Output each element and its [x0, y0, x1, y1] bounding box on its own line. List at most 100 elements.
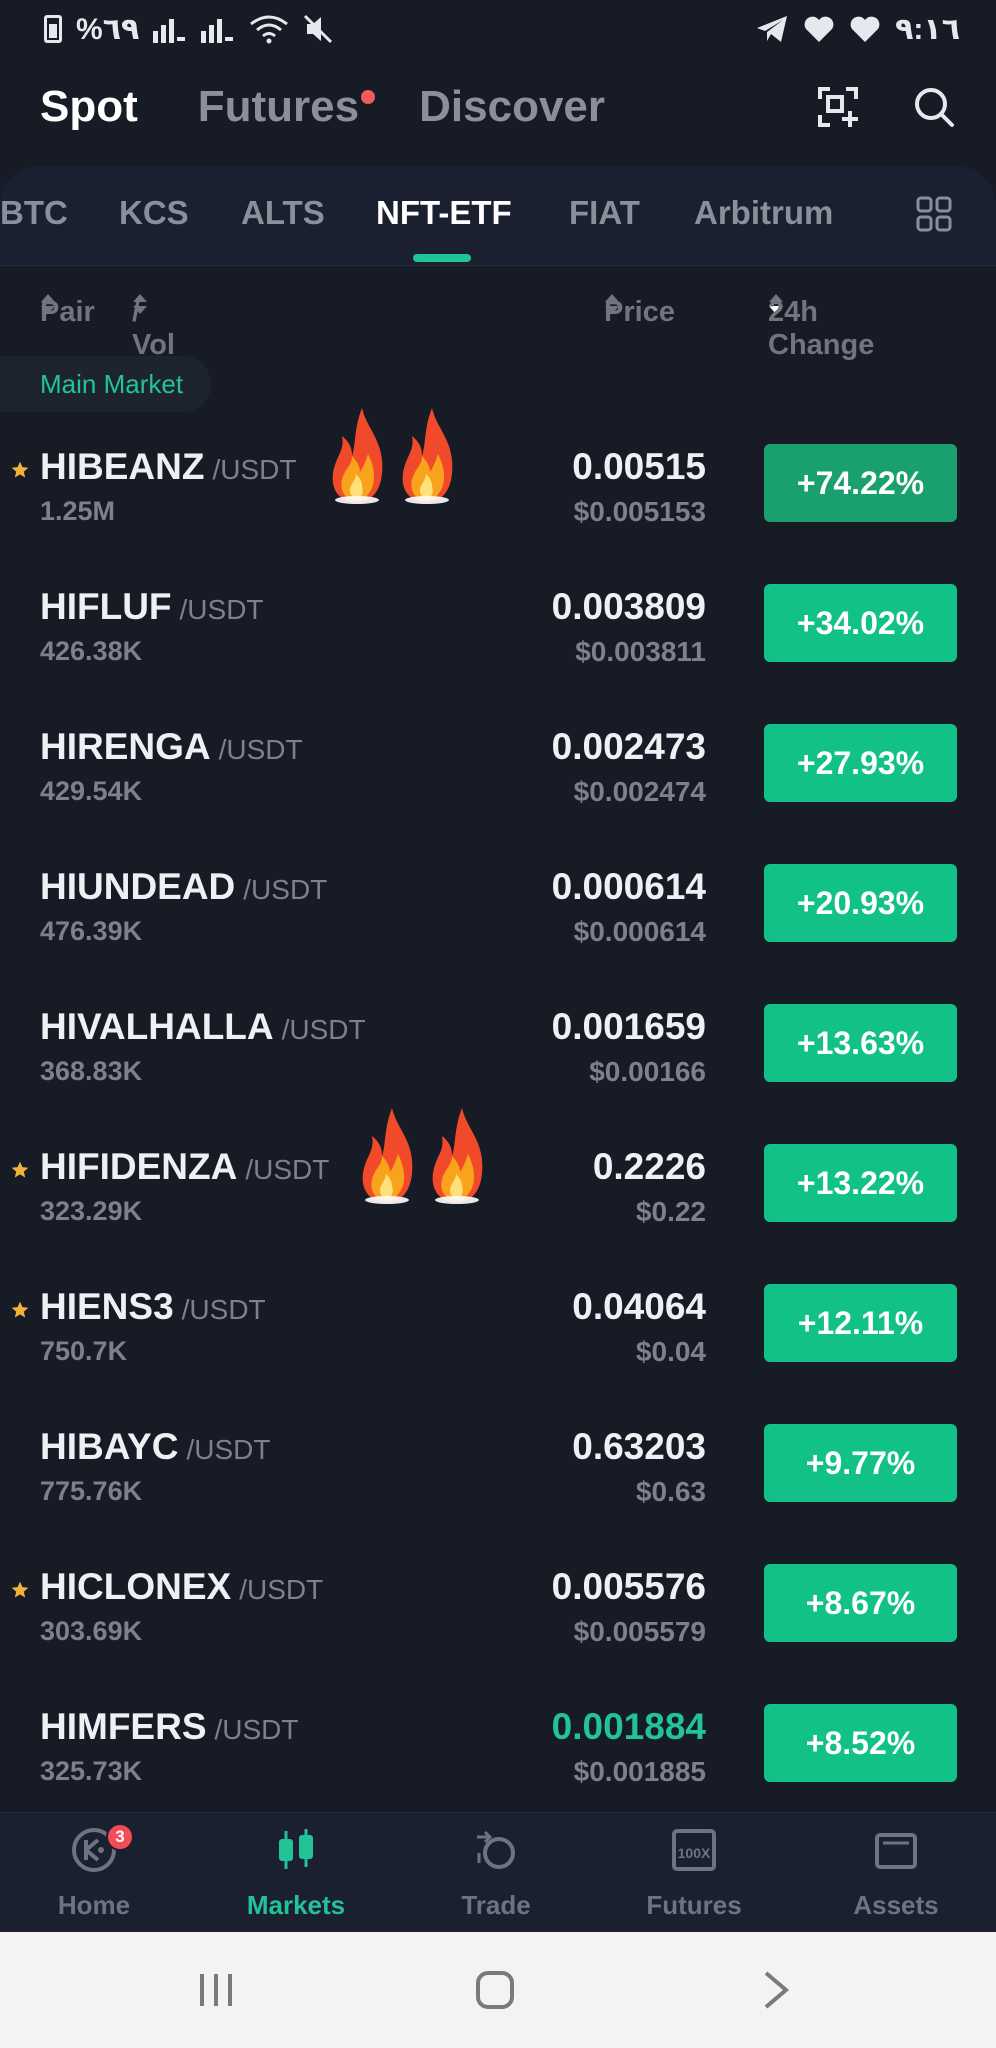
- pair-name: HIBEANZ/USDT: [40, 446, 296, 488]
- volume: 325.73K: [40, 1756, 143, 1786]
- wifi-icon: [250, 15, 289, 44]
- back-icon[interactable]: [762, 1970, 790, 2010]
- notification-badge: 3: [106, 1823, 134, 1851]
- top-nav: Spot Futures Discover: [0, 62, 996, 152]
- favorite-star-icon[interactable]: [10, 460, 30, 485]
- nav-home[interactable]: 3 Home: [14, 1823, 174, 1921]
- fire-emoji-icon: [356, 1104, 418, 1209]
- quote-symbol: /USDT: [179, 594, 264, 625]
- favorite-star-icon[interactable]: [10, 1580, 30, 1605]
- last-price: 0.003809: [551, 586, 706, 627]
- quote-symbol: /USDT: [212, 454, 297, 485]
- pair-name: HIUNDEAD/USDT: [40, 866, 327, 908]
- fiat-price: $0.001885: [573, 1756, 706, 1787]
- base-symbol: HICLONEX: [40, 1566, 232, 1607]
- telegram-icon: [757, 16, 788, 42]
- tab-btc[interactable]: BTC: [0, 194, 68, 232]
- market-row[interactable]: HIFIDENZA/USDT 323.29K 0.2226 $0.22 +13.22%: [0, 1108, 996, 1260]
- sort-price[interactable]: Price: [604, 292, 675, 328]
- fiat-price: $0.003811: [575, 636, 706, 667]
- volume: 750.7K: [40, 1336, 128, 1366]
- base-symbol: HIBEANZ: [40, 446, 205, 487]
- tab-alts[interactable]: ALTS: [241, 194, 325, 232]
- market-row[interactable]: HIMFERS/USDT 325.73K 0.001884 $0.001885 +8.5…: [0, 1680, 996, 1820]
- market-row[interactable]: HIRENGA/USDT 429.54K 0.002473 $0.002474 +27.…: [0, 700, 996, 840]
- svg-text:100X: 100X: [678, 1845, 711, 1861]
- market-row[interactable]: HIFLUF/USDT 426.38K 0.003809 $0.003811 +34.0…: [0, 560, 996, 700]
- change-button[interactable]: +74.22%: [764, 444, 957, 522]
- change-button[interactable]: +13.63%: [764, 1004, 957, 1082]
- system-nav-bar: [0, 1932, 996, 2048]
- change-button[interactable]: +12.11%: [764, 1284, 957, 1362]
- scan-add-icon[interactable]: [816, 85, 860, 129]
- pair-name: HIFLUF/USDT: [40, 586, 264, 628]
- change-button[interactable]: +9.77%: [764, 1424, 957, 1502]
- tab-nft-etf[interactable]: NFT-ETF: [376, 194, 512, 232]
- pair-name: HIFIDENZA/USDT: [40, 1146, 329, 1188]
- sort-change[interactable]: 24h Change: [768, 292, 874, 361]
- tab-futures-label: Futures: [197, 82, 360, 131]
- base-symbol: HIBAYC: [40, 1426, 179, 1467]
- nav-trade[interactable]: Trade: [416, 1827, 576, 1921]
- tab-futures[interactable]: Futures: [197, 82, 376, 132]
- market-row[interactable]: HIVALHALLA/USDT 368.83K 0.001659 $0.00166 +1…: [0, 980, 996, 1120]
- nav-assets[interactable]: Assets: [816, 1827, 976, 1921]
- fiat-price: $0.005153: [573, 496, 706, 527]
- quote-symbol: /USDT: [281, 1014, 366, 1045]
- search-icon[interactable]: [912, 85, 956, 129]
- nav-futures-label: Futures: [646, 1890, 742, 1920]
- change-button[interactable]: +27.93%: [764, 724, 957, 802]
- base-symbol: HIENS3: [40, 1286, 174, 1327]
- fiat-price: $0.000614: [573, 916, 706, 947]
- quote-symbol: /USDT: [239, 1574, 324, 1605]
- market-row[interactable]: HIUNDEAD/USDT 476.39K 0.000614 $0.000614 +20…: [0, 840, 996, 980]
- change-button[interactable]: +8.67%: [764, 1564, 957, 1642]
- market-row[interactable]: HIENS3/USDT 750.7K 0.04064 $0.04 +12.11%: [0, 1260, 996, 1400]
- pair-name: HIENS3/USDT: [40, 1286, 266, 1328]
- fire-emoji-icon: [396, 404, 458, 509]
- market-row[interactable]: HICLONEX/USDT 303.69K 0.005576 $0.005579 +8.…: [0, 1540, 996, 1680]
- volume: 368.83K: [40, 1056, 143, 1086]
- tab-kcs[interactable]: KCS: [119, 194, 189, 232]
- wallet-icon: [875, 1833, 917, 1869]
- recent-apps-icon[interactable]: [196, 1972, 236, 2008]
- nav-trade-label: Trade: [461, 1890, 531, 1920]
- tab-discover[interactable]: Discover: [419, 82, 605, 132]
- status-bar: %٦٩ ٩:١٦: [0, 0, 996, 58]
- nav-assets-label: Assets: [853, 1890, 939, 1920]
- base-symbol: HIVALHALLA: [40, 1006, 274, 1047]
- sort-vol[interactable]: / Vol: [132, 292, 175, 361]
- volume: 303.69K: [40, 1616, 143, 1646]
- nav-home-label: Home: [57, 1890, 131, 1920]
- volume: 476.39K: [40, 916, 143, 946]
- market-row[interactable]: HIBEANZ/USDT 1.25M 0.00515 $0.005153 +74.22%: [0, 408, 996, 560]
- pair-name: HIMFERS/USDT: [40, 1706, 299, 1748]
- quote-symbol: /USDT: [243, 874, 328, 905]
- fiat-price: $0.04: [635, 1336, 706, 1367]
- pair-name: HIVALHALLA/USDT: [40, 1006, 366, 1048]
- volume: 429.54K: [40, 776, 143, 806]
- quote-symbol: /USDT: [218, 734, 303, 765]
- change-button[interactable]: +13.22%: [764, 1144, 957, 1222]
- quote-symbol: /USDT: [181, 1294, 266, 1325]
- home-button-icon[interactable]: [475, 1970, 515, 2010]
- change-button[interactable]: +34.02%: [764, 584, 957, 662]
- nav-futures[interactable]: 100X Futures: [614, 1827, 774, 1921]
- change-button[interactable]: +20.93%: [764, 864, 957, 942]
- heart-icon: [850, 16, 880, 42]
- fiat-price: $0.005579: [573, 1616, 706, 1647]
- market-row[interactable]: HIBAYC/USDT 775.76K 0.63203 $0.63 +9.77%: [0, 1400, 996, 1540]
- favorite-star-icon[interactable]: [10, 1160, 30, 1185]
- main-market-pill[interactable]: Main Market: [0, 356, 212, 412]
- change-button[interactable]: +8.52%: [764, 1704, 957, 1782]
- last-price: 0.63203: [572, 1426, 706, 1467]
- grid-icon[interactable]: [916, 196, 952, 232]
- sort-pair[interactable]: Pair: [40, 292, 95, 328]
- favorite-star-icon[interactable]: [10, 1300, 30, 1325]
- nav-markets[interactable]: Markets: [216, 1827, 376, 1921]
- tab-arbitrum[interactable]: Arbitrum: [694, 194, 833, 232]
- tab-spot[interactable]: Spot: [40, 82, 138, 132]
- tab-fiat[interactable]: FIAT: [569, 194, 640, 232]
- change-header: 24h Change: [768, 296, 875, 361]
- volume: 426.38K: [40, 636, 143, 666]
